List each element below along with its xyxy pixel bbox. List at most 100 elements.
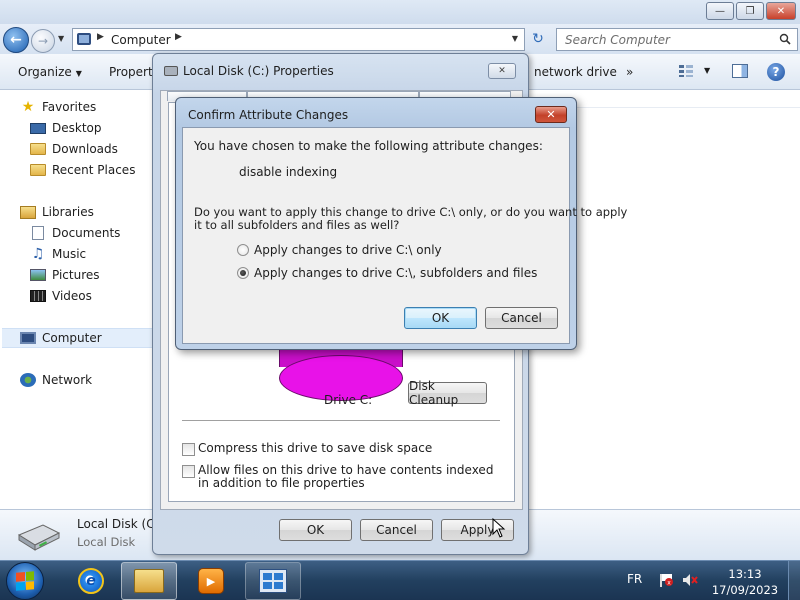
desktop-icon [30,122,46,134]
compress-drive-checkbox-row[interactable]: Compress this drive to save disk space [182,442,432,456]
nav-label: Desktop [52,121,102,135]
clock-date: 17/09/2023 [711,583,779,597]
apply-all-radio[interactable] [237,267,249,279]
organize-menu[interactable]: Organize ▼ [18,65,82,79]
nav-videos[interactable]: Videos [30,286,92,306]
nav-label: Favorites [42,100,97,114]
attribute-change-text: disable indexing [239,165,338,179]
breadcrumb-computer[interactable]: Computer [111,33,171,47]
nav-pictures[interactable]: Pictures [30,265,100,285]
nav-label: Recent Places [52,163,136,177]
nav-label: Music [52,247,87,261]
nav-label: Network [42,373,93,387]
magnifier-icon[interactable] [779,33,791,45]
taskbar-internet-explorer[interactable]: e [63,562,119,600]
nav-computer[interactable]: Computer [2,328,152,348]
refresh-button[interactable]: ↻ [528,31,548,49]
navigation-pane: ★ Favorites Desktop Downloads Recent Plac… [0,91,152,509]
nav-music[interactable]: ♫ Music [30,244,86,264]
taskbar-media-player[interactable]: ▶ [183,562,239,600]
allow-indexing-checkbox[interactable] [182,465,195,478]
windows-explorer-icon [134,569,164,593]
chevron-down-icon: ▼ [75,69,82,78]
volume-muted-icon[interactable] [682,573,698,587]
preview-pane-icon[interactable] [732,64,748,78]
input-language-indicator[interactable]: FR [627,572,642,586]
apply-drive-only-radio[interactable] [237,244,249,256]
nav-libraries[interactable]: Libraries [20,202,94,222]
music-icon: ♫ [31,246,45,262]
recent-places-icon [30,164,46,176]
apply-all-label: Apply changes to drive C:\, subfolders a… [254,266,538,280]
confirm-cancel-button[interactable]: Cancel [485,307,558,329]
change-view-icon[interactable] [678,64,694,78]
libraries-icon [20,205,36,219]
media-player-icon: ▶ [198,568,224,594]
more-commands-button[interactable]: » [626,65,633,79]
allow-indexing-checkbox-row[interactable]: Allow files on this drive to have conten… [182,464,502,490]
map-network-drive-button[interactable]: network drive [534,65,617,79]
properties-close-button[interactable]: ✕ [488,63,516,79]
windows-logo-icon [16,571,34,591]
disk-cleanup-button[interactable]: Disk Cleanup [408,379,487,407]
nav-label: Computer [42,331,102,345]
address-dropdown-icon[interactable]: ▼ [512,34,518,43]
back-arrow-icon: ← [10,32,22,48]
breadcrumb-chevron-icon[interactable]: ▶ [97,32,104,42]
properties-cancel-button[interactable]: Cancel [360,519,433,541]
minimize-button[interactable]: — [706,2,734,20]
apply-drive-only-label: Apply changes to drive C:\ only [254,243,442,257]
taskbar-windows-explorer[interactable] [121,562,177,600]
confirm-question-line1: Do you want to apply this change to driv… [194,205,628,219]
close-icon: ✕ [546,108,556,121]
apply-drive-only-option[interactable]: Apply changes to drive C:\ only [237,243,442,257]
computer-icon [20,332,36,344]
back-button[interactable]: ← [3,27,29,53]
forward-button[interactable]: → [31,29,55,53]
system-clock[interactable]: 13:13 17/09/2023 [708,566,782,598]
nav-documents[interactable]: Documents [30,223,120,243]
nav-desktop[interactable]: Desktop [30,118,102,138]
address-bar[interactable]: ▶ Computer ▶ ▼ [72,28,525,51]
organize-label: Organize [18,65,72,79]
view-options-chevron-icon[interactable]: ▼ [704,66,710,75]
close-icon: ✕ [498,66,506,76]
taskbar: e ▶ FR x 13:13 17/09/2023 [0,560,800,600]
confirm-ok-button[interactable]: OK [404,307,477,329]
start-button[interactable] [6,562,44,600]
star-icon: ★ [21,99,35,115]
show-desktop-button[interactable] [788,561,800,600]
nav-favorites[interactable]: ★ Favorites [20,97,97,117]
confirm-attribute-changes-dialog: Confirm Attribute Changes ✕ You have cho… [175,97,627,350]
compress-drive-checkbox[interactable] [182,443,195,456]
network-icon [20,373,36,387]
apply-all-option[interactable]: Apply changes to drive C:\, subfolders a… [237,266,537,280]
breadcrumb-chevron-icon[interactable]: ▶ [175,32,182,42]
nav-label: Videos [52,289,92,303]
properties-button[interactable]: Properti [109,65,156,79]
taskbar-control-panel[interactable] [245,562,301,600]
forward-arrow-icon: → [37,34,49,48]
confirm-dialog-body: You have chosen to make the following at… [182,127,627,344]
downloads-folder-icon [30,143,46,155]
help-icon[interactable]: ? [767,63,785,81]
action-center-flag-icon[interactable]: x [658,573,674,587]
divider [182,420,500,421]
recent-pages-dropdown[interactable]: ▼ [58,34,64,43]
nav-downloads[interactable]: Downloads [30,139,118,159]
nav-recent-places[interactable]: Recent Places [30,160,135,180]
close-button[interactable]: ✕ [766,2,796,20]
details-item-type: Local Disk [77,535,136,549]
maximize-button[interactable]: ❐ [736,2,764,20]
compress-drive-label: Compress this drive to save disk space [198,441,433,455]
confirm-close-button[interactable]: ✕ [535,106,567,123]
explorer-titlebar: — ❐ ✕ [0,0,800,24]
search-input[interactable]: Search Computer [565,33,670,47]
navigation-bar: ← → ▼ ▶ Computer ▶ ▼ ↻ Search Computer [0,24,800,54]
search-box[interactable]: Search Computer [556,28,798,51]
nav-network[interactable]: Network [20,370,92,390]
properties-dialog-title: Local Disk (C:) Properties [183,64,334,78]
internet-explorer-icon: e [78,568,104,594]
nav-label: Downloads [52,142,118,156]
properties-ok-button[interactable]: OK [279,519,352,541]
